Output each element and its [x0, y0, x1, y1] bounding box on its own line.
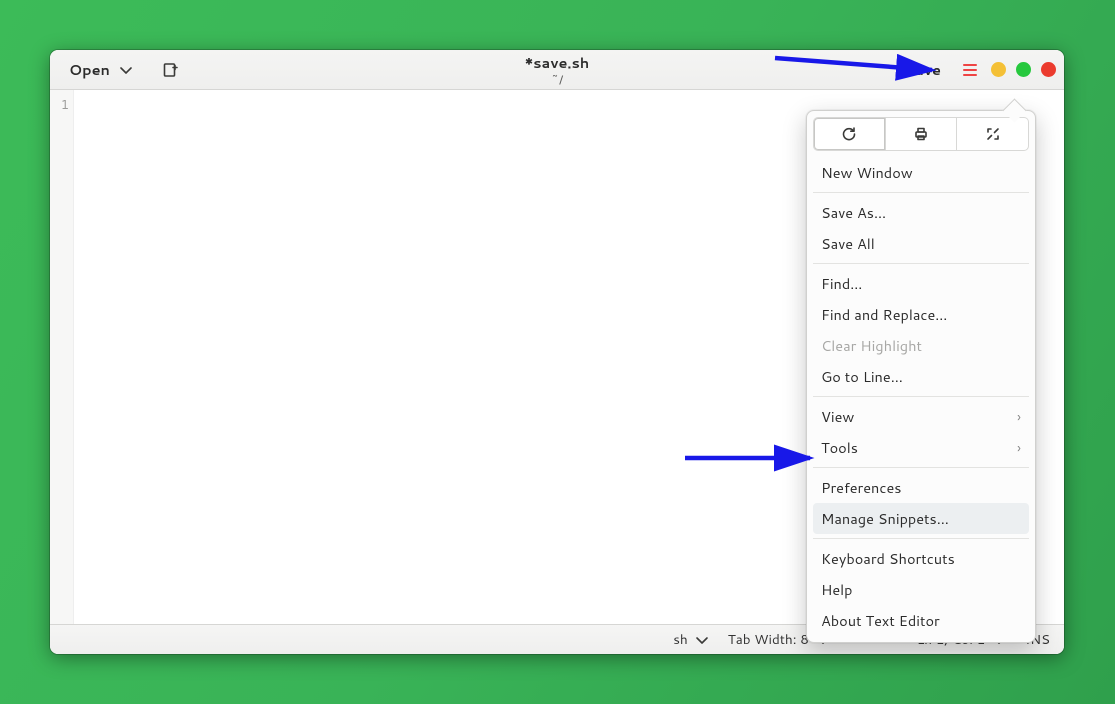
- open-button[interactable]: Open: [57, 55, 146, 85]
- print-icon: [913, 126, 929, 142]
- menu-clear-highlight: Clear Highlight: [813, 330, 1029, 361]
- menu-view[interactable]: View›: [813, 401, 1029, 432]
- language-selector[interactable]: sh: [673, 630, 710, 649]
- menu-goto-line[interactable]: Go to Line…: [813, 361, 1029, 392]
- separator: [813, 263, 1029, 264]
- separator: [813, 538, 1029, 539]
- menu-save-all[interactable]: Save All: [813, 228, 1029, 259]
- reload-button[interactable]: [813, 117, 885, 151]
- hamburger-popover: New Window Save As… Save All Find… Find …: [806, 110, 1036, 643]
- chevron-right-icon: ›: [1017, 438, 1021, 458]
- menu-find[interactable]: Find…: [813, 268, 1029, 299]
- save-button[interactable]: Save: [896, 55, 949, 84]
- open-button-label: Open: [69, 59, 110, 80]
- chevron-down-icon: [694, 632, 710, 648]
- hamburger-menu-button[interactable]: [959, 59, 981, 81]
- menu-about[interactable]: About Text Editor: [813, 605, 1029, 636]
- separator: [813, 467, 1029, 468]
- maximize-button[interactable]: [1016, 62, 1031, 77]
- chevron-down-icon: [118, 62, 134, 78]
- menu-help[interactable]: Help: [813, 574, 1029, 605]
- menu-find-replace[interactable]: Find and Replace…: [813, 299, 1029, 330]
- menu-manage-snippets[interactable]: Manage Snippets…: [813, 503, 1029, 534]
- menu-save-as[interactable]: Save As…: [813, 197, 1029, 228]
- tab-width-label: Tab Width: 8: [728, 630, 809, 649]
- reload-icon: [841, 126, 857, 142]
- popover-icon-row: [813, 117, 1029, 151]
- separator: [813, 192, 1029, 193]
- menu-icon: [963, 64, 977, 66]
- language-label: sh: [673, 630, 688, 649]
- chevron-right-icon: ›: [1017, 407, 1021, 427]
- print-button[interactable]: [885, 117, 958, 151]
- new-document-icon: [162, 62, 178, 78]
- line-gutter: 1: [50, 90, 74, 624]
- menu-new-window[interactable]: New Window: [813, 157, 1029, 188]
- separator: [813, 396, 1029, 397]
- fullscreen-icon: [985, 126, 1001, 142]
- menu-preferences[interactable]: Preferences: [813, 472, 1029, 503]
- new-tab-button[interactable]: [153, 55, 187, 85]
- line-number: 1: [50, 96, 69, 114]
- fullscreen-button[interactable]: [957, 117, 1029, 151]
- editor-window: Open *save.sh ~/ Save 1: [50, 50, 1064, 654]
- titlebar: Open *save.sh ~/ Save: [50, 50, 1064, 90]
- menu-tools[interactable]: Tools›: [813, 432, 1029, 463]
- close-button[interactable]: [1041, 62, 1056, 77]
- menu-keyboard-shortcuts[interactable]: Keyboard Shortcuts: [813, 543, 1029, 574]
- minimize-button[interactable]: [991, 62, 1006, 77]
